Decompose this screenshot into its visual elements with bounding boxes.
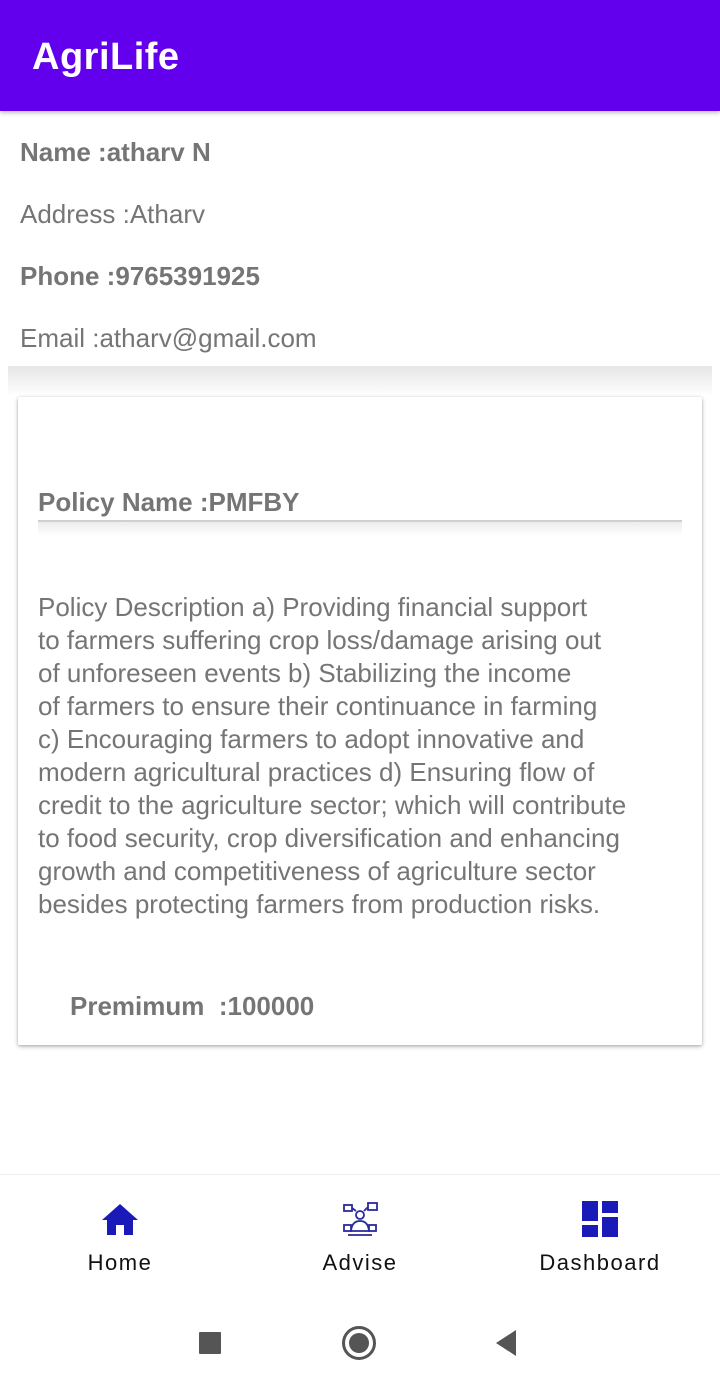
user-email: Email :atharv@gmail.com [20,323,317,353]
nav-label-home: Home [87,1250,153,1275]
system-navigation-bar [0,1296,720,1391]
user-name: Name :atharv N [20,137,211,167]
nav-label-advise: Advise [322,1250,398,1275]
policy-name: Policy Name :PMFBY [38,487,300,517]
app-title: AgriLife [32,36,180,78]
home-icon [102,1204,138,1235]
home-circle-icon[interactable] [341,1325,377,1361]
bottom-navigation: Home Advise Dashboard [0,1174,720,1297]
list-header-shadow [8,366,712,396]
policy-divider [38,520,682,536]
recents-square-icon[interactable] [198,1331,222,1355]
nav-label-dashboard: Dashboard [539,1250,661,1275]
user-phone: Phone :9765391925 [20,261,260,291]
user-address: Address :Atharv [20,199,205,229]
nav-item-advise[interactable]: Advise [240,1175,480,1296]
dashboard-icon [582,1201,618,1237]
app-bar: AgriLife [0,0,720,111]
policy-premium: Premimum :100000 [70,991,315,1021]
policy-description: Policy Description a) Providing financia… [38,592,627,919]
back-triangle-icon[interactable] [494,1329,518,1357]
nav-item-home[interactable]: Home [0,1175,240,1296]
policy-card[interactable]: Policy Name :PMFBY Policy Description a)… [18,397,702,1045]
advise-icon [343,1202,378,1236]
nav-item-dashboard[interactable]: Dashboard [480,1175,720,1296]
